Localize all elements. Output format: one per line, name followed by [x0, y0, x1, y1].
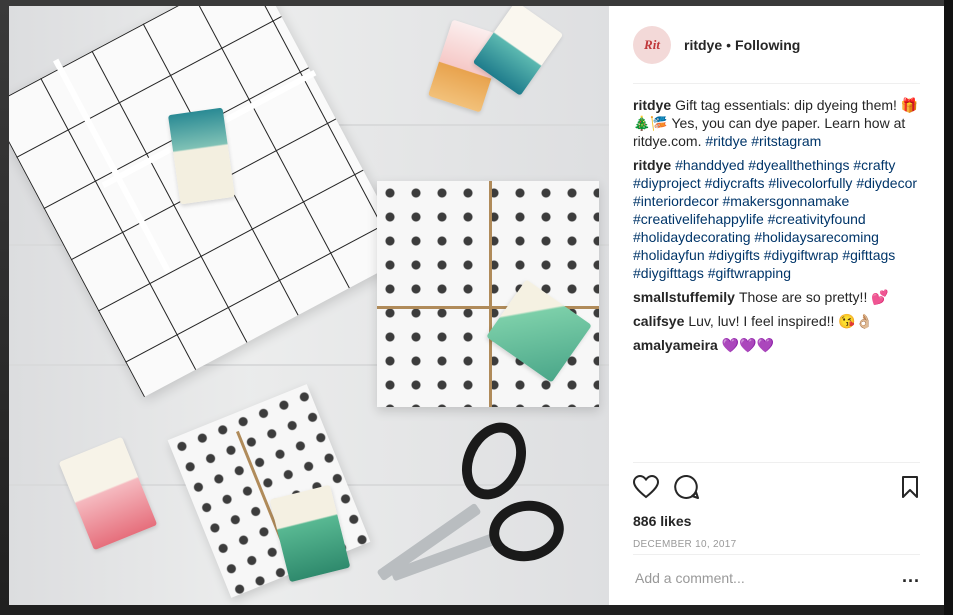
- post-photo[interactable]: [9, 6, 609, 605]
- comment-username[interactable]: ritdye: [633, 97, 671, 113]
- likes-count[interactable]: 886 likes: [633, 513, 691, 529]
- post-header: Rit ritdye • Following: [633, 24, 920, 84]
- comment-icon[interactable]: [674, 474, 700, 505]
- add-comment-input[interactable]: [633, 569, 887, 587]
- bookmark-icon[interactable]: [901, 475, 919, 504]
- header-username[interactable]: ritdye: [684, 37, 722, 53]
- comment-text: Those are so pretty!! 💕: [738, 289, 889, 305]
- backdrop-edge: [944, 0, 953, 615]
- twine: [489, 181, 492, 407]
- comment-username[interactable]: califsye: [633, 313, 684, 329]
- comment-username[interactable]: ritdye: [633, 157, 671, 173]
- comment-composer: ...: [633, 554, 920, 605]
- comment-item: smallstuffemily Those are so pretty!! 💕: [633, 288, 923, 306]
- avatar-text: Rit: [644, 36, 660, 52]
- comment-item: ritdye #handdyed #dyeallthethings #crafty…: [633, 156, 923, 282]
- post-side-panel: Rit ritdye • Following ritdye Gift tag esse…: [609, 6, 944, 605]
- comment-hashtags[interactable]: #handdyed #dyeallthethings #crafty #diyp…: [633, 157, 917, 281]
- comment-username[interactable]: smallstuffemily: [633, 289, 735, 305]
- action-bar: 886 likes December 10, 2017: [632, 462, 920, 550]
- heart-icon[interactable]: [632, 474, 660, 504]
- follow-status-button[interactable]: Following: [735, 37, 800, 53]
- header-text: ritdye • Following: [684, 37, 800, 53]
- gift-dots-wrap: [377, 181, 599, 407]
- comment-hashtags[interactable]: #ritdye #ritstagram: [705, 133, 821, 149]
- header-separator: •: [726, 36, 732, 53]
- comment-item: califsye Luv, luv! I feel inspired!! 😘👌🏼: [633, 312, 923, 330]
- comment-username[interactable]: amalyameira: [633, 337, 718, 353]
- more-options-icon[interactable]: ...: [902, 567, 920, 585]
- comment-list: ritdye Gift tag essentials: dip dyeing th…: [633, 96, 923, 360]
- avatar[interactable]: Rit: [633, 25, 671, 64]
- comment-item: ritdye Gift tag essentials: dip dyeing th…: [633, 96, 923, 150]
- comment-text: 💜💜💜: [721, 337, 775, 353]
- post-modal: Rit ritdye • Following ritdye Gift tag esse…: [9, 6, 944, 605]
- comment-text: Luv, luv! I feel inspired!! 😘👌🏼: [688, 313, 874, 329]
- post-date[interactable]: December 10, 2017: [633, 539, 736, 550]
- comment-item: amalyameira 💜💜💜: [633, 336, 923, 354]
